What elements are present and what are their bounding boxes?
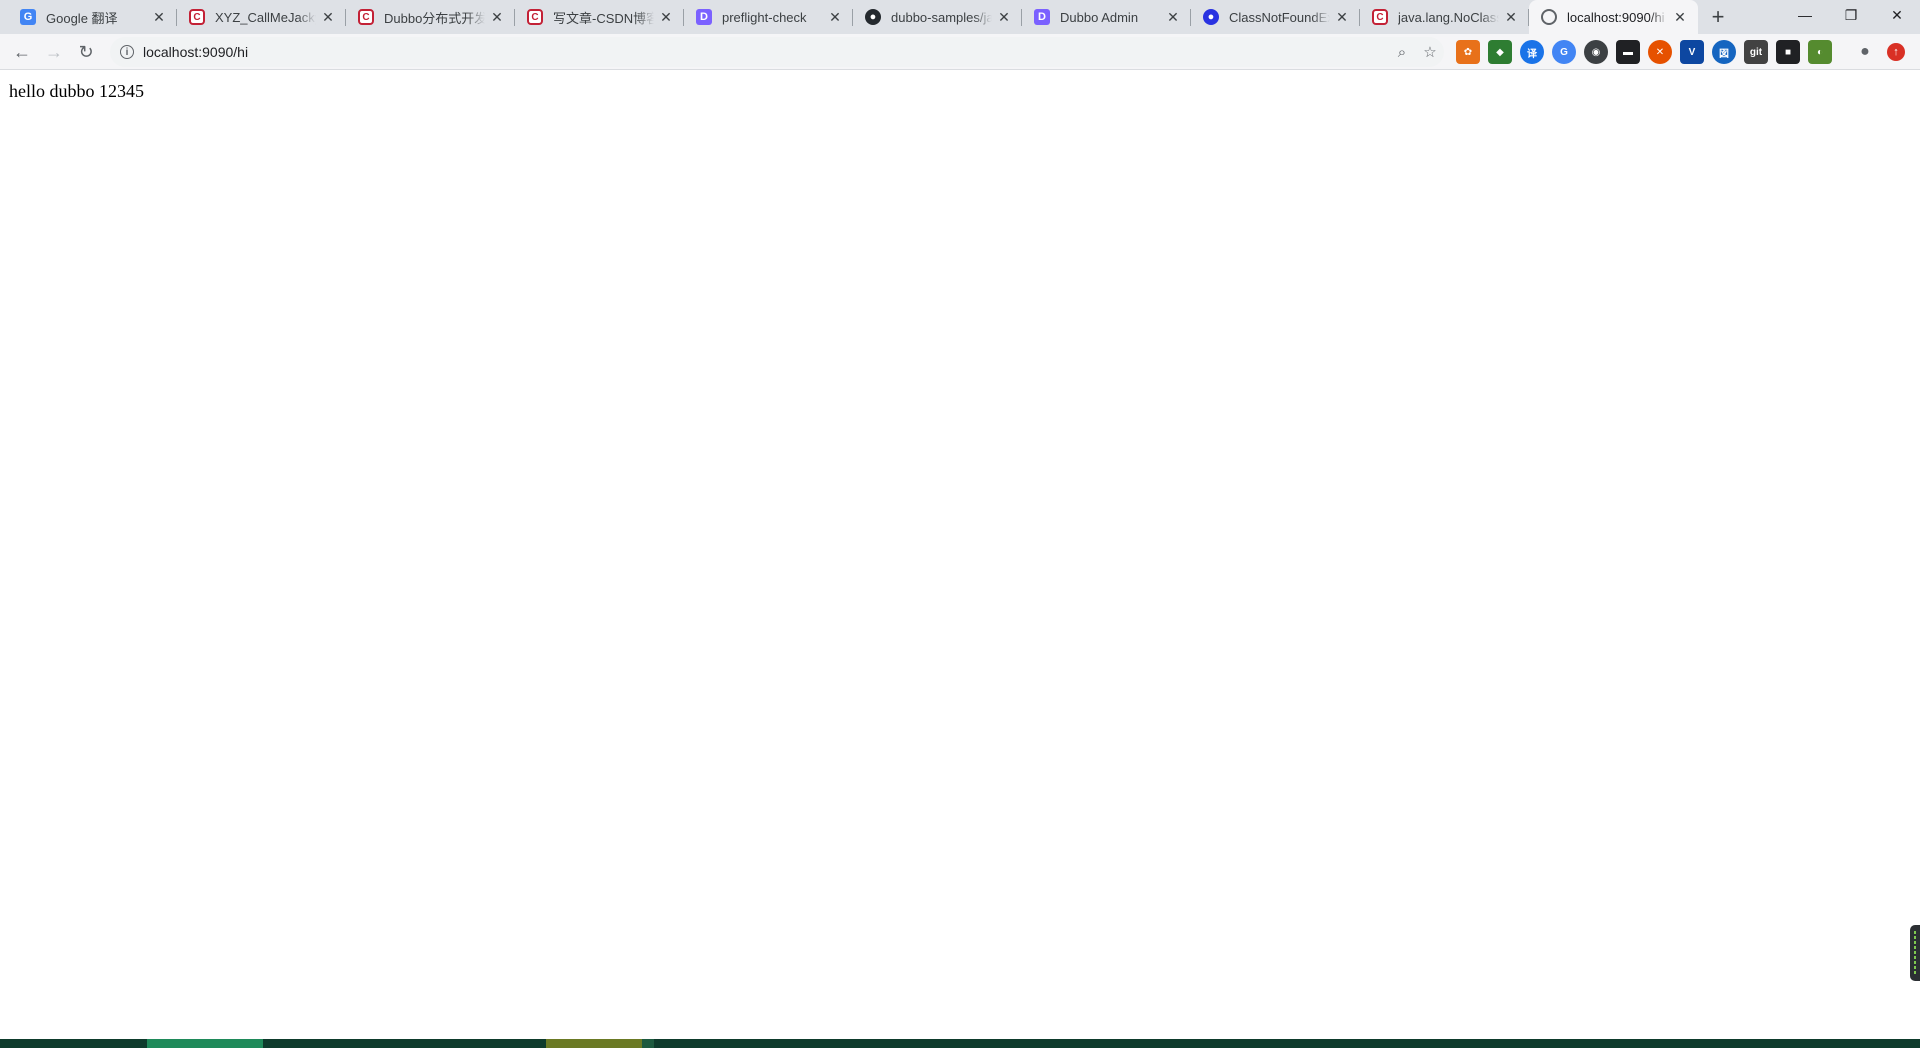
close-tab-icon[interactable]: ✕ (1165, 9, 1181, 25)
star-icon: ☆ (1423, 44, 1437, 61)
site-info-icon[interactable]: i (120, 45, 134, 59)
close-tab-icon[interactable]: ✕ (320, 9, 336, 25)
csdn-icon: C (1372, 9, 1388, 25)
close-tab-icon[interactable]: ✕ (1672, 9, 1688, 25)
csdn-icon: C (358, 9, 374, 25)
extensions-area: ✿ ◆ 译 G ◉ ▬ ✕ V 図 git ■ ◐ (1456, 40, 1840, 64)
bookmark-button[interactable]: ☆ (1416, 38, 1444, 66)
restore-button[interactable]: ❐ (1828, 0, 1874, 30)
page-body-text: hello dubbo 12345 (9, 81, 144, 101)
tab-list: GGoogle 翻译✕CXYZ_CallMeJacky_✕CDubbo分布式开发… (8, 0, 1732, 34)
taskbar-strip (0, 1039, 1920, 1048)
new-tab-button[interactable]: + (1704, 0, 1732, 34)
vue-ext-icon[interactable]: V (1680, 40, 1704, 64)
extension-2-icon[interactable]: ◆ (1488, 40, 1512, 64)
reload-button[interactable]: ↻ (72, 38, 100, 66)
minimize-button[interactable]: — (1782, 0, 1828, 30)
reload-icon: ↻ (78, 41, 94, 62)
profile-button[interactable]: ● (1853, 40, 1877, 64)
back-button[interactable]: ← (8, 38, 36, 66)
baidu-icon: ● (1203, 9, 1219, 25)
google-translate-ext-icon[interactable]: G (1552, 40, 1576, 64)
update-arrow-icon: ↑ (1893, 46, 1899, 58)
extension-6-icon[interactable]: ▬ (1616, 40, 1640, 64)
translate-ext-icon[interactable]: 译 (1520, 40, 1544, 64)
zoom-icon: ⌕ (1397, 43, 1407, 61)
tab-title: Dubbo分布式开发之 (384, 10, 485, 26)
tab-title: localhost:9090/hi (1567, 9, 1665, 25)
csdn-icon: C (189, 9, 205, 25)
arrow-left-icon: ← (13, 41, 31, 62)
document-icon: D (1034, 9, 1050, 25)
close-tab-icon[interactable]: ✕ (489, 9, 505, 25)
tab-title: Google 翻译 (46, 10, 118, 26)
browser-window: GGoogle 翻译✕CXYZ_CallMeJacky_✕CDubbo分布式开发… (0, 0, 1920, 1048)
google-translate-icon: G (20, 9, 36, 25)
side-widget-handle[interactable] (1910, 925, 1920, 981)
arrow-right-icon: → (45, 41, 63, 62)
tab-4[interactable]: C 写文章-CSDN博客 ✕ (515, 0, 684, 34)
tab-10[interactable]: localhost:9090/hi ✕ (1529, 0, 1698, 34)
github-icon: ● (865, 9, 881, 25)
tab-title: 写文章-CSDN博客 (553, 10, 654, 26)
extension-1-icon[interactable]: ✿ (1456, 40, 1480, 64)
page-content: hello dubbo 12345 (0, 70, 1920, 1039)
tab-title: Dubbo Admin (1060, 9, 1139, 25)
tab-8[interactable]: ● ClassNotFoundExc ✕ (1191, 0, 1360, 34)
tab-9[interactable]: Cjava.lang.NoClassD✕ (1360, 0, 1529, 34)
close-tab-icon[interactable]: ✕ (151, 9, 167, 25)
extension-11-icon[interactable]: ■ (1776, 40, 1800, 64)
tab-7[interactable]: D Dubbo Admin ✕ (1022, 0, 1191, 34)
tab-title: java.lang.NoClassD (1398, 9, 1499, 25)
close-tab-icon[interactable]: ✕ (658, 9, 674, 25)
taskbar-item[interactable] (147, 1039, 263, 1048)
tab-title: dubbo-samples/ja (891, 9, 992, 25)
tab-3[interactable]: C Dubbo分布式开发之✕ (346, 0, 515, 34)
cat-ext-icon[interactable]: ◉ (1584, 40, 1608, 64)
close-window-button[interactable]: ✕ (1874, 0, 1920, 30)
zoom-button[interactable]: ⌕ (1388, 38, 1416, 66)
tab-title: preflight-check (722, 9, 807, 25)
tab-5[interactable]: Dpreflight-check ✕ (684, 0, 853, 34)
update-button[interactable]: ↑ (1887, 43, 1905, 61)
tab-title: ClassNotFoundExc (1229, 9, 1330, 25)
taskbar-item[interactable] (642, 1039, 654, 1048)
tab-6[interactable]: ● dubbo-samples/ja ✕ (853, 0, 1022, 34)
csdn-icon: C (527, 9, 543, 25)
taskbar-item[interactable] (546, 1039, 642, 1048)
gitzip-ext-icon[interactable]: git (1744, 40, 1768, 64)
address-bar[interactable]: i localhost:9090/hi ⌕ ☆ (110, 37, 1444, 67)
tab-2[interactable]: C XYZ_CallMeJacky_✕ (177, 0, 346, 34)
tab-title: XYZ_CallMeJacky_ (215, 9, 316, 25)
url-text[interactable]: localhost:9090/hi (143, 44, 1388, 60)
tab-1[interactable]: G Google 翻译 ✕ (8, 0, 177, 34)
avatar-icon: ● (1860, 43, 1870, 60)
close-tab-icon[interactable]: ✕ (996, 9, 1012, 25)
close-tab-icon[interactable]: ✕ (827, 9, 843, 25)
extension-12-icon[interactable]: ◐ (1808, 40, 1832, 64)
window-controls: — ❐ ✕ (1782, 0, 1920, 30)
globe-icon (1541, 9, 1557, 25)
close-tab-icon[interactable]: ✕ (1503, 9, 1519, 25)
close-tab-icon[interactable]: ✕ (1334, 9, 1350, 25)
document-icon: D (696, 9, 712, 25)
tab-strip: GGoogle 翻译✕CXYZ_CallMeJacky_✕CDubbo分布式开发… (0, 0, 1920, 34)
forward-button[interactable]: → (40, 38, 68, 66)
extension-9-icon[interactable]: 図 (1712, 40, 1736, 64)
extension-7-icon[interactable]: ✕ (1648, 40, 1672, 64)
browser-toolbar: ← → ↻ i localhost:9090/hi ⌕ ☆ ✿ ◆ 译 G ◉ ▬ ✕ V 図 g… (0, 34, 1920, 70)
